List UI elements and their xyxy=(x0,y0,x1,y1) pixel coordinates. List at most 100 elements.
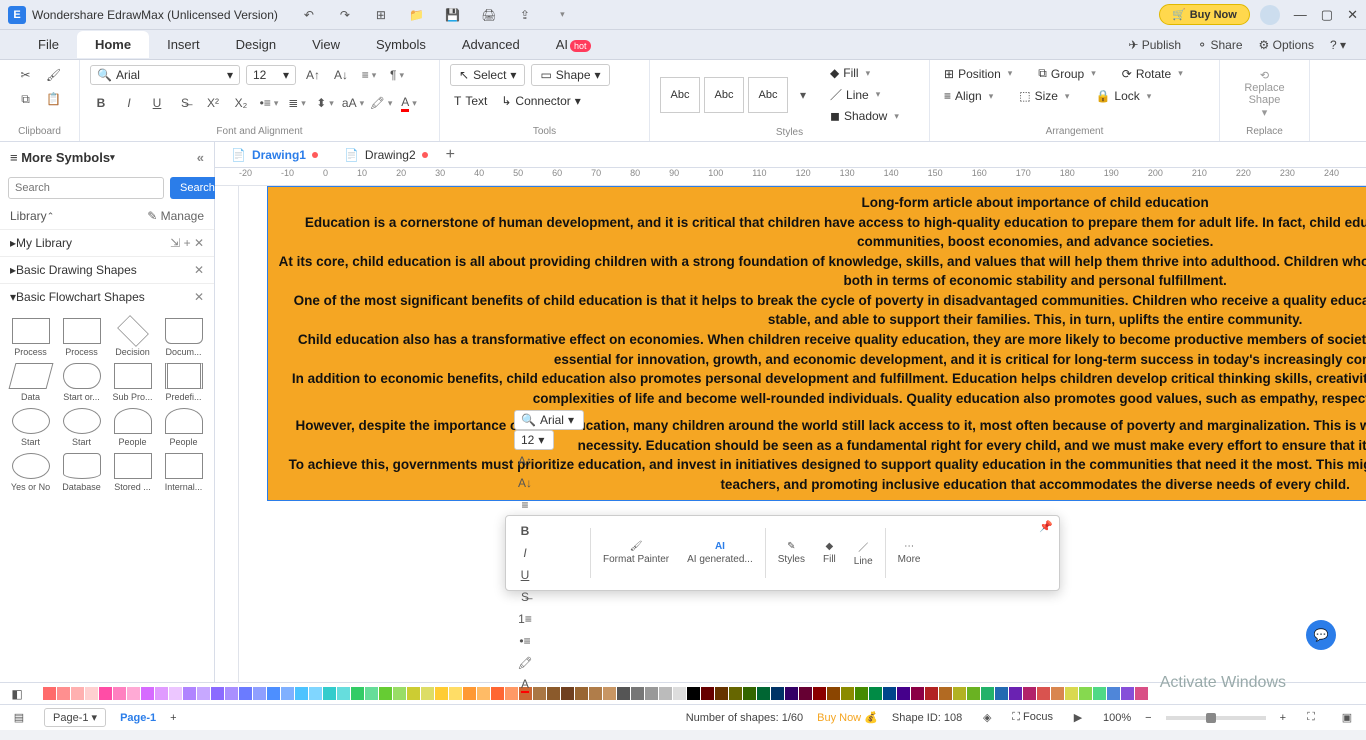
fill-button[interactable]: ◆ Fill xyxy=(826,64,903,82)
color-swatch[interactable] xyxy=(883,687,896,700)
cut-icon[interactable]: ✂ xyxy=(15,64,37,86)
bullets-icon[interactable]: •≡ xyxy=(258,92,280,114)
floating-format-toolbar[interactable]: 📌 🔍 Arial ▾ 12 ▾ A↑ A↓ ≡ B I U S̶ 1≡ •≡ … xyxy=(505,515,1060,591)
shape-stored-[interactable]: Stored ... xyxy=(110,453,155,492)
export-icon[interactable]: ⇪ xyxy=(514,4,536,26)
position-button[interactable]: ⊞ Position xyxy=(940,65,1016,83)
style-preset-1[interactable]: Abc xyxy=(660,77,700,113)
help-icon[interactable]: ? ▾ xyxy=(1330,38,1346,52)
shape-people[interactable]: People xyxy=(161,408,206,447)
size-button[interactable]: ⬚ Size xyxy=(1015,87,1073,105)
color-swatch[interactable] xyxy=(645,687,658,700)
float-styles[interactable]: ✎Styles xyxy=(772,541,811,565)
color-swatch[interactable] xyxy=(85,687,98,700)
basic-flowchart-close-icon[interactable]: ✕ xyxy=(194,290,204,304)
basic-drawing-close-icon[interactable]: ✕ xyxy=(194,263,204,277)
more-symbols-label[interactable]: More Symbols xyxy=(21,150,110,165)
status-buy-now[interactable]: Buy Now 💰 xyxy=(817,711,878,724)
color-swatch[interactable] xyxy=(491,687,504,700)
float-spacing-icon[interactable]: ≡ xyxy=(514,494,536,516)
float-fill[interactable]: ◆Fill xyxy=(817,541,842,565)
color-swatch[interactable] xyxy=(43,687,56,700)
connector-tool-button[interactable]: ↳ Connector ▾ xyxy=(497,92,584,110)
tab-file[interactable]: File xyxy=(20,31,77,58)
qat-more-icon[interactable] xyxy=(550,4,572,26)
paste-icon[interactable]: 📋 xyxy=(43,88,65,110)
color-swatch[interactable] xyxy=(995,687,1008,700)
color-swatch[interactable] xyxy=(1009,687,1022,700)
shape-process[interactable]: Process xyxy=(8,318,53,357)
share-button[interactable]: ⚬ Share xyxy=(1197,38,1242,52)
color-swatch[interactable] xyxy=(813,687,826,700)
float-numbering-icon[interactable]: 1≡ xyxy=(514,608,536,630)
rotate-button[interactable]: ⟳ Rotate xyxy=(1118,65,1187,83)
undo-icon[interactable]: ↶ xyxy=(298,4,320,26)
selected-text-shape[interactable]: Long-form article about importance of ch… xyxy=(267,186,1366,501)
float-ai[interactable]: AIAI generated... xyxy=(681,541,759,565)
mylib-add-icon[interactable]: + xyxy=(184,236,191,250)
color-swatch[interactable] xyxy=(239,687,252,700)
shape-internal-[interactable]: Internal... xyxy=(161,453,206,492)
redo-icon[interactable]: ↷ xyxy=(334,4,356,26)
float-font-color-icon[interactable]: A xyxy=(514,674,536,696)
buy-now-button[interactable]: 🛒 Buy Now xyxy=(1159,4,1250,25)
font-size-select[interactable]: 12▾ xyxy=(246,65,296,85)
shape-tool-button[interactable]: ▭ Shape ▾ xyxy=(531,64,609,86)
shape-database[interactable]: Database xyxy=(59,453,104,492)
color-swatch[interactable] xyxy=(463,687,476,700)
style-preset-3[interactable]: Abc xyxy=(748,77,788,113)
superscript-icon[interactable]: X² xyxy=(202,92,224,114)
shape-process[interactable]: Process xyxy=(59,318,104,357)
manage-button[interactable]: ✎ Manage xyxy=(147,209,204,223)
focus-button[interactable]: ⛶ Focus xyxy=(1012,711,1053,724)
paragraph-icon[interactable]: ¶ xyxy=(386,64,408,86)
case-icon[interactable]: aA xyxy=(342,92,364,114)
color-swatch[interactable] xyxy=(211,687,224,700)
shape-predefi-[interactable]: Predefi... xyxy=(161,363,206,402)
my-library-category[interactable]: ▸ My Library ⇲ + ✕ xyxy=(0,229,214,256)
shape-docum-[interactable]: Docum... xyxy=(161,318,206,357)
color-swatch[interactable] xyxy=(337,687,350,700)
tab-advanced[interactable]: Advanced xyxy=(444,31,538,58)
color-swatch[interactable] xyxy=(1093,687,1106,700)
align-button[interactable]: ≡ Align xyxy=(940,87,997,105)
color-swatch[interactable] xyxy=(351,687,364,700)
library-label[interactable]: Library xyxy=(10,209,47,223)
zoom-out-icon[interactable]: − xyxy=(1145,712,1151,724)
color-swatch[interactable] xyxy=(393,687,406,700)
color-swatch[interactable] xyxy=(281,687,294,700)
color-swatch[interactable] xyxy=(407,687,420,700)
color-swatch[interactable] xyxy=(659,687,672,700)
chat-support-icon[interactable]: 💬 xyxy=(1306,620,1336,650)
shrink-font-icon[interactable]: A↓ xyxy=(330,64,352,86)
color-swatch[interactable] xyxy=(295,687,308,700)
page-list-icon[interactable]: ▤ xyxy=(8,707,30,729)
float-italic-icon[interactable]: I xyxy=(514,542,536,564)
lock-button[interactable]: 🔒 Lock xyxy=(1091,87,1155,105)
fullscreen-icon[interactable]: ▣ xyxy=(1336,707,1358,729)
italic-icon[interactable]: I xyxy=(118,92,140,114)
style-more-icon[interactable]: ▾ xyxy=(792,84,814,106)
color-swatch[interactable] xyxy=(701,687,714,700)
color-swatch[interactable] xyxy=(309,687,322,700)
copy-icon[interactable]: ⧉ xyxy=(15,88,37,110)
grow-font-icon[interactable]: A↑ xyxy=(302,64,324,86)
color-swatch[interactable] xyxy=(953,687,966,700)
color-swatch[interactable] xyxy=(967,687,980,700)
color-swatch[interactable] xyxy=(841,687,854,700)
color-swatch[interactable] xyxy=(1107,687,1120,700)
tab-view[interactable]: View xyxy=(294,31,358,58)
minimize-icon[interactable]: — xyxy=(1294,7,1307,23)
color-swatch[interactable] xyxy=(771,687,784,700)
float-shrink-font-icon[interactable]: A↓ xyxy=(514,472,536,494)
color-swatch[interactable] xyxy=(183,687,196,700)
strike-icon[interactable]: S̶ xyxy=(174,92,196,114)
color-swatch[interactable] xyxy=(715,687,728,700)
color-swatch[interactable] xyxy=(267,687,280,700)
save-icon[interactable]: 💾 xyxy=(442,4,464,26)
color-swatch[interactable] xyxy=(617,687,630,700)
color-swatch[interactable] xyxy=(939,687,952,700)
zoom-slider[interactable] xyxy=(1166,716,1266,720)
color-swatch[interactable] xyxy=(141,687,154,700)
color-swatch[interactable] xyxy=(323,687,336,700)
